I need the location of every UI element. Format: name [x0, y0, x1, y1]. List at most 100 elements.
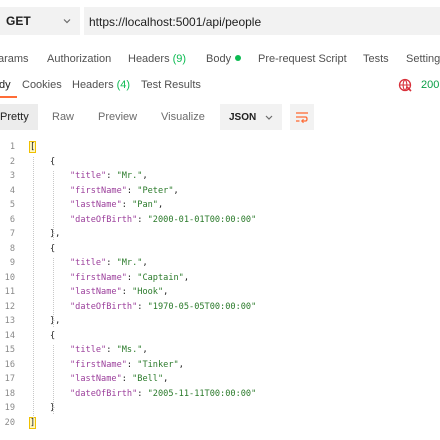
line-number: 11: [4, 287, 15, 297]
tab-label: Headers: [128, 53, 170, 65]
tab-label: Setting: [406, 53, 440, 65]
json-key: "title": [70, 345, 107, 355]
tab-label: Headers: [72, 79, 114, 91]
button-label: Raw: [52, 111, 75, 123]
code-text: "lastName": "Bell",: [70, 374, 168, 384]
method-select[interactable]: GET: [0, 7, 80, 35]
code-line: 19}: [0, 401, 440, 415]
indent-guide: [53, 258, 54, 327]
line-number: 15: [4, 345, 15, 355]
code-line: 20]: [0, 416, 440, 430]
code-text: },: [50, 316, 61, 326]
json-colon: :: [121, 374, 133, 384]
wrap-lines-button[interactable]: [290, 104, 314, 130]
code-text: "dateOfBirth": "2000-01-01T00:00:00": [70, 215, 256, 225]
tab-test-results[interactable]: Test Results: [141, 79, 201, 91]
request-bar: GET https://localhost:5001/api/people: [0, 0, 440, 40]
tab-label: Authorization: [47, 53, 112, 65]
json-colon: :: [121, 287, 133, 297]
json-comma: ,: [163, 287, 169, 297]
globe-icon[interactable]: [398, 78, 412, 92]
code-line: 14 {: [0, 329, 440, 343]
language-select[interactable]: JSON: [220, 104, 282, 130]
json-key: "firstName": [70, 185, 127, 196]
tab-label: Cookies: [22, 79, 62, 91]
indent-guide: [53, 171, 54, 240]
code-line: 11 "lastName": "Hook",: [0, 285, 440, 299]
chevron-down-icon: [63, 19, 71, 24]
json-value: "2000-01-01T00:00:00": [147, 214, 257, 225]
headers-count: (4): [116, 79, 131, 91]
json-value: "Mr.": [116, 171, 143, 181]
code-line: 16 "firstName": "Tinker",: [0, 358, 440, 372]
line-number: 8: [9, 243, 15, 254]
response-body-viewer[interactable]: 1[2{3 "title": "Mr.", 4 "firstName": "Peter…: [0, 140, 440, 440]
tab-label: Body: [206, 53, 232, 65]
method-label: GET: [6, 14, 31, 28]
line-number: 3: [9, 171, 15, 181]
tab-body[interactable]: Body: [206, 53, 242, 65]
tab-response-headers[interactable]: Headers (4): [72, 79, 130, 91]
json-colon: :: [137, 301, 148, 312]
json-key: "firstName": [70, 359, 127, 370]
json-colon: :: [106, 345, 117, 355]
tab-label: arams: [0, 53, 29, 65]
tab-label: Test Results: [141, 79, 201, 91]
json-value: "Captain": [137, 272, 184, 283]
json-comma: ,: [163, 374, 169, 384]
json-value: "1970-05-05T00:00:00": [147, 301, 257, 312]
line-number: 19: [4, 403, 15, 413]
headers-count: (9): [172, 53, 187, 65]
code-line: 9 "title": "Mr.",: [0, 256, 440, 270]
json-colon: :: [137, 214, 148, 225]
json-key: "lastName": [70, 374, 122, 384]
tab-tests[interactable]: Tests: [363, 53, 389, 65]
tab-settings[interactable]: Setting: [406, 53, 440, 65]
code-text: "dateOfBirth": "1970-05-05T00:00:00": [70, 302, 256, 312]
language-label: JSON: [229, 112, 257, 123]
tab-authorization[interactable]: Authorization: [47, 53, 111, 65]
raw-button[interactable]: Raw: [52, 104, 82, 130]
code-text: "firstName": "Tinker",: [70, 360, 184, 370]
line-number: 10: [4, 272, 15, 283]
json-comma: ,: [173, 185, 179, 196]
url-input[interactable]: https://localhost:5001/api/people: [84, 7, 440, 35]
tab-headers[interactable]: Headers (9): [128, 53, 186, 65]
wrap-lines-icon: [296, 112, 308, 124]
response-tabs: dy Cookies Headers (4) Test Results: [0, 74, 440, 98]
status-code[interactable]: 200: [421, 79, 439, 91]
tab-label: Pre-request Script: [258, 53, 347, 65]
pretty-button[interactable]: Pretty: [0, 104, 38, 130]
code-text: "lastName": "Pan",: [70, 200, 163, 210]
url-text: https://localhost:5001/api/people: [89, 15, 262, 29]
json-key: "dateOfBirth": [70, 388, 138, 399]
json-comma: ,: [142, 345, 148, 355]
visualize-button[interactable]: Visualize: [161, 104, 211, 130]
tab-response-body[interactable]: dy: [0, 79, 11, 91]
tab-params[interactable]: arams: [0, 53, 29, 65]
request-tabs: arams Authorization Headers (9) Body Pre…: [0, 44, 440, 74]
code-line: 10 "firstName": "Captain",: [0, 271, 440, 285]
preview-button[interactable]: Preview: [98, 104, 144, 130]
code-text: "title": "Ms.",: [70, 345, 148, 355]
json-value: "Hook": [132, 287, 164, 297]
json-key: "dateOfBirth": [70, 214, 138, 225]
tab-pre-request-script[interactable]: Pre-request Script: [258, 53, 347, 65]
json-key: "title": [70, 258, 107, 268]
json-colon: :: [137, 388, 148, 399]
tab-label: Tests: [363, 53, 389, 65]
code-line: 2{: [0, 155, 440, 169]
line-number: 4: [9, 185, 15, 196]
tab-cookies[interactable]: Cookies: [22, 79, 62, 91]
code-line: 12 "dateOfBirth": "1970-05-05T00:00:00": [0, 300, 440, 314]
line-number: 16: [4, 359, 15, 370]
chevron-down-icon: [265, 115, 273, 120]
json-key: "lastName": [70, 287, 122, 297]
json-colon: :: [126, 359, 138, 370]
indent-guide: [53, 345, 54, 414]
code-text: },: [50, 229, 61, 239]
json-comma: ,: [178, 359, 184, 370]
json-colon: :: [126, 272, 138, 283]
line-number: 18: [4, 388, 15, 399]
json-comma: ,: [142, 258, 148, 268]
